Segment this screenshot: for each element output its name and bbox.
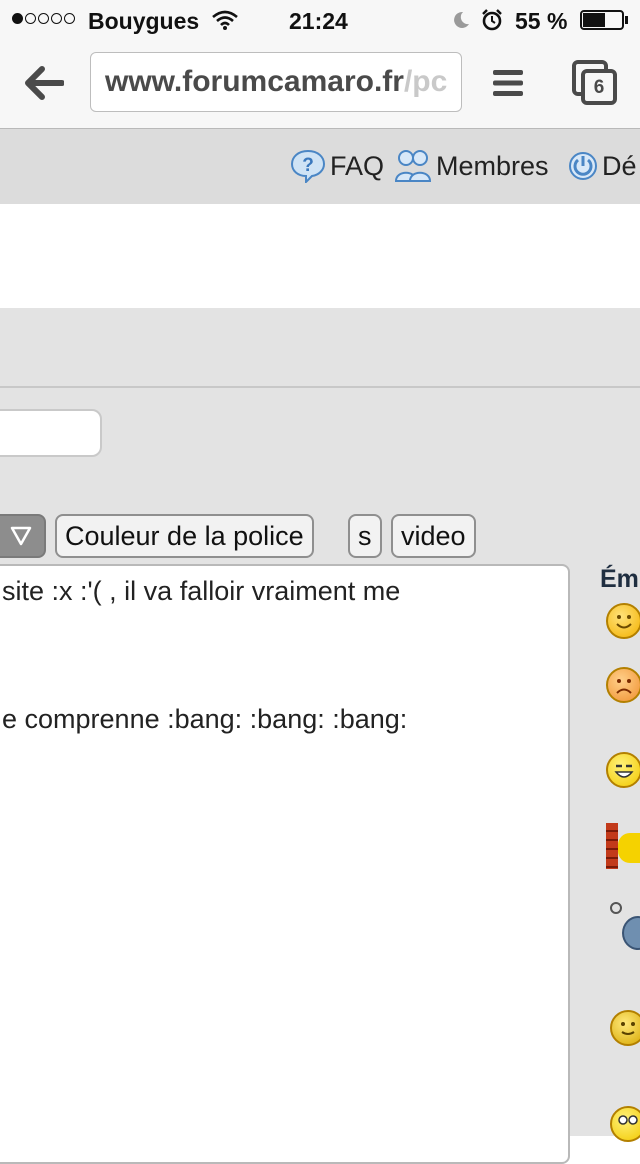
members-icon	[394, 150, 432, 182]
surprised-emoticon-icon[interactable]	[610, 1106, 640, 1142]
message-line: site :x :'( , il va falloir vraiment me	[2, 576, 401, 606]
nav-logout-label: Dé	[602, 150, 637, 181]
nav-faq-label: FAQ	[330, 150, 385, 181]
font-color-button[interactable]: Couleur de la police	[55, 514, 314, 558]
strike-button[interactable]: s	[348, 514, 382, 558]
message-line: e comprenne :bang: :bang: :bang:	[2, 704, 408, 734]
nav-logout-link[interactable]: Dé	[568, 148, 637, 184]
subject-input[interactable]	[0, 409, 102, 457]
url-address-field[interactable]: www.forumcamaro.fr/pc	[90, 52, 462, 112]
alarm-icon	[482, 9, 502, 31]
grin-emoticon-icon[interactable]	[606, 752, 640, 788]
power-icon	[569, 152, 597, 180]
url-path: /pc	[403, 65, 448, 98]
nav-faq-link[interactable]: ? FAQ	[290, 148, 384, 184]
section-header-band	[0, 308, 640, 388]
font-size-select[interactable]	[0, 514, 46, 558]
clock: 21:24	[289, 8, 348, 34]
content-emoticon-icon[interactable]	[610, 1010, 640, 1046]
back-arrow-icon[interactable]	[22, 64, 64, 102]
battery-icon	[580, 10, 624, 30]
menu-icon[interactable]	[492, 68, 524, 98]
smile-emoticon-icon[interactable]	[606, 603, 640, 639]
signal-strength-icon	[12, 13, 75, 24]
battery-percent: 55 %	[515, 8, 568, 34]
header-spacer	[0, 204, 640, 308]
faq-icon: ?	[290, 149, 326, 183]
dizzy-emoticon-icon[interactable]	[610, 902, 640, 950]
carrier-name: Bouygues	[88, 8, 200, 34]
video-button[interactable]: video	[391, 514, 476, 558]
tabs-button[interactable]: 6	[572, 60, 618, 106]
wall-emoticon-icon[interactable]	[606, 823, 640, 869]
svg-text:?: ?	[302, 155, 314, 176]
emoticons-title: Ém	[600, 565, 639, 593]
tab-count: 6	[581, 69, 617, 105]
battery-tip	[625, 16, 628, 24]
message-textarea[interactable]: site :x :'( , il va falloir vraiment me …	[0, 564, 570, 1164]
url-host: www.forumcamaro.fr	[105, 65, 404, 98]
dropdown-arrow-icon	[10, 526, 32, 546]
sad-emoticon-icon[interactable]	[606, 667, 640, 703]
nav-members-link[interactable]: Membres	[394, 148, 549, 184]
wifi-icon	[212, 10, 238, 30]
nav-members-label: Membres	[436, 150, 549, 181]
moon-icon	[454, 11, 469, 28]
